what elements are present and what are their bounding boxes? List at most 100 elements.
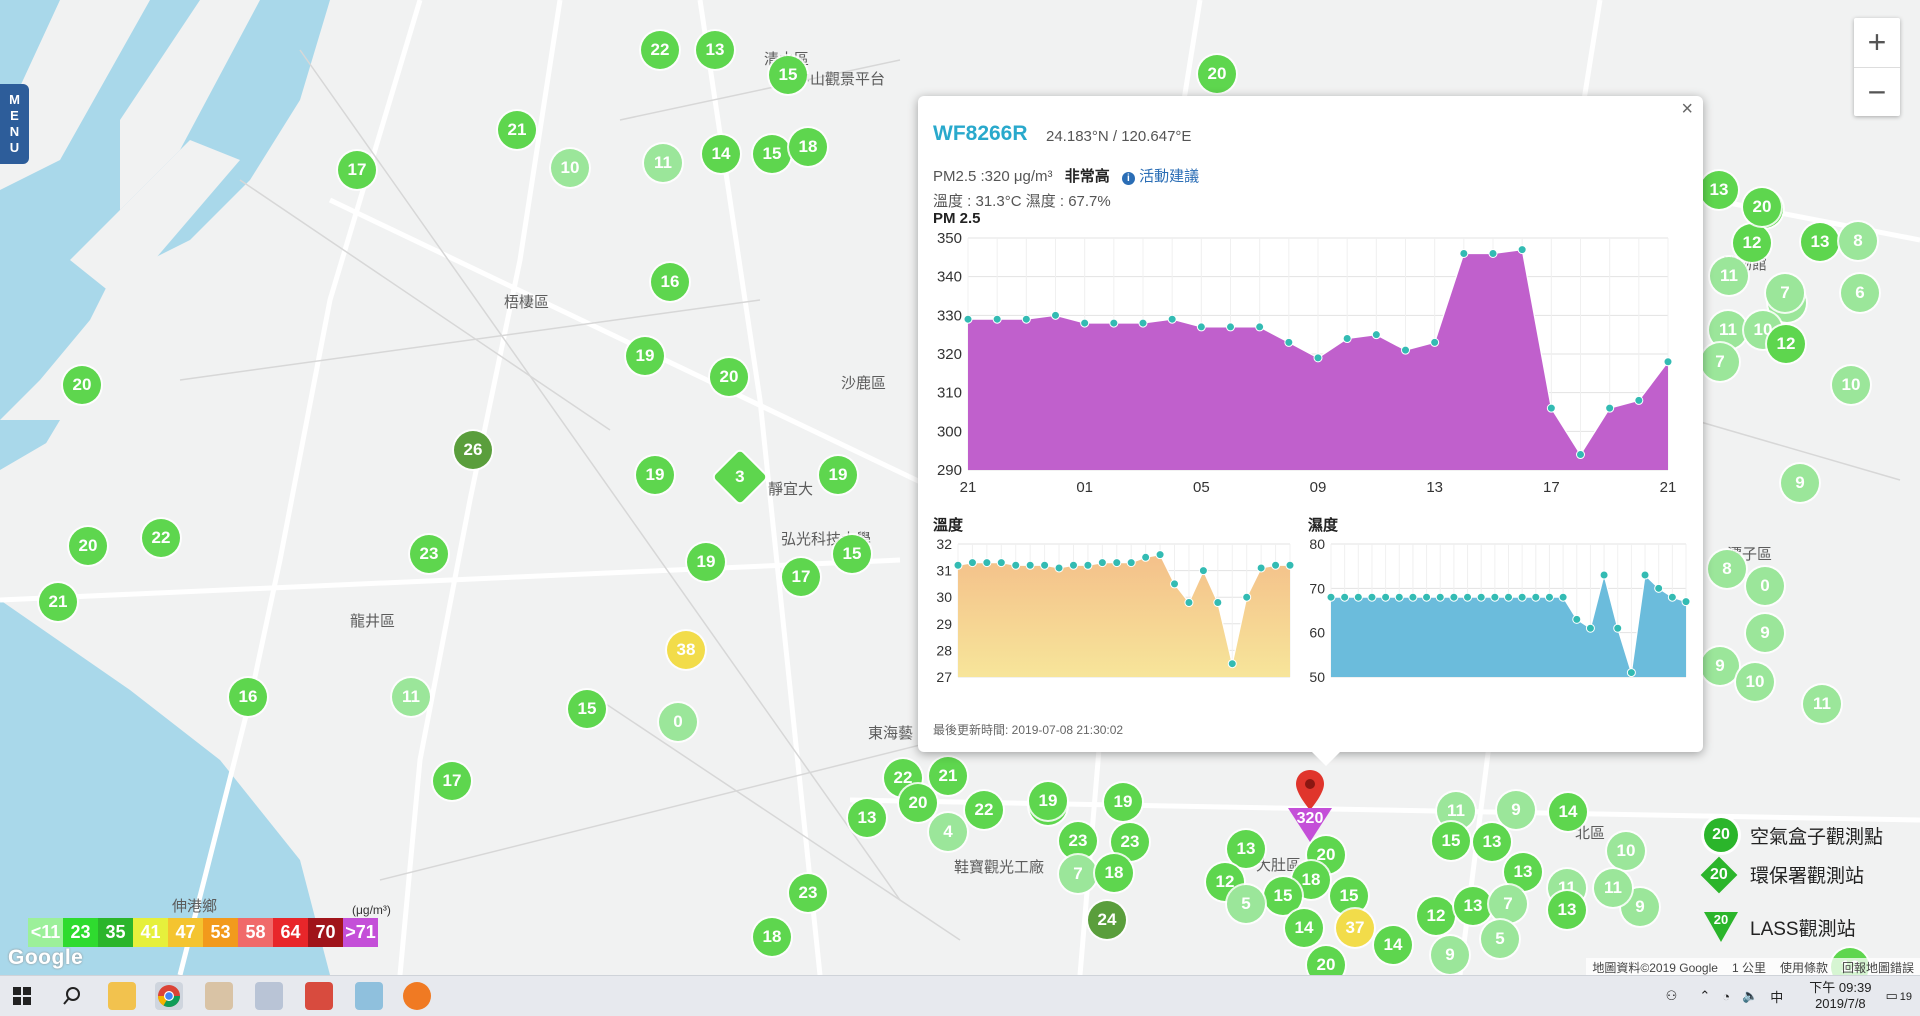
data-point[interactable] xyxy=(1342,334,1352,344)
data-point[interactable] xyxy=(1634,395,1644,405)
popup-close-button[interactable]: × xyxy=(1681,98,1693,121)
data-point[interactable] xyxy=(1408,592,1418,602)
data-point[interactable] xyxy=(1326,592,1336,602)
station-marker[interactable]: 21 xyxy=(39,583,77,621)
station-marker[interactable]: 12 xyxy=(1733,224,1771,262)
data-point[interactable] xyxy=(1138,318,1148,328)
station-marker[interactable]: 6 xyxy=(1841,274,1879,312)
station-marker[interactable]: 38 xyxy=(667,631,705,669)
data-point[interactable] xyxy=(1599,570,1609,580)
station-marker[interactable]: 10 xyxy=(1832,366,1870,404)
data-point[interactable] xyxy=(1255,322,1265,332)
zoom-in-button[interactable]: + xyxy=(1854,18,1900,67)
data-point[interactable] xyxy=(1184,598,1194,608)
station-marker[interactable]: 5 xyxy=(1227,885,1265,923)
data-point[interactable] xyxy=(1430,337,1440,347)
station-marker[interactable]: 9 xyxy=(1497,791,1535,829)
data-point[interactable] xyxy=(1517,245,1527,255)
station-marker[interactable]: 13 xyxy=(1454,887,1492,925)
data-point[interactable] xyxy=(1170,579,1180,589)
network-icon[interactable]: ◔ xyxy=(1722,989,1730,1004)
station-marker[interactable]: 7 xyxy=(1489,885,1527,923)
data-point[interactable] xyxy=(1490,592,1500,602)
station-marker[interactable]: 14 xyxy=(1285,909,1323,947)
station-marker[interactable]: 8 xyxy=(1708,550,1746,588)
data-point[interactable] xyxy=(963,314,973,324)
report-error-link[interactable]: 回報地圖錯誤 xyxy=(1842,959,1914,975)
data-point[interactable] xyxy=(1371,330,1381,340)
station-marker[interactable]: 4 xyxy=(929,813,967,851)
station-marker[interactable]: 19 xyxy=(1029,782,1067,820)
app-icon[interactable] xyxy=(305,982,333,1010)
data-point[interactable] xyxy=(1167,314,1177,324)
data-point[interactable] xyxy=(982,558,992,568)
station-marker[interactable]: 22 xyxy=(142,519,180,557)
data-point[interactable] xyxy=(1213,598,1223,608)
station-marker[interactable]: 23 xyxy=(789,874,827,912)
data-point[interactable] xyxy=(1572,614,1582,624)
station-marker[interactable]: 14 xyxy=(1549,793,1587,831)
station-marker[interactable]: 23 xyxy=(410,535,448,573)
data-point[interactable] xyxy=(1011,560,1021,570)
station-marker[interactable]: 19 xyxy=(687,543,725,581)
data-point[interactable] xyxy=(1226,322,1235,332)
station-marker[interactable]: 0 xyxy=(659,703,697,741)
data-point[interactable] xyxy=(1476,592,1486,602)
station-marker[interactable]: 17 xyxy=(782,558,820,596)
station-marker[interactable]: 19 xyxy=(626,337,664,375)
data-point[interactable] xyxy=(1271,560,1281,570)
data-point[interactable] xyxy=(1155,550,1165,560)
windows-start-icon[interactable] xyxy=(8,982,36,1010)
station-marker[interactable]: 20 xyxy=(899,784,937,822)
data-point[interactable] xyxy=(1367,592,1377,602)
data-point[interactable] xyxy=(1394,592,1404,602)
menu-button[interactable]: MENU xyxy=(0,84,29,164)
data-point[interactable] xyxy=(1585,623,1595,633)
data-point[interactable] xyxy=(996,558,1006,568)
data-point[interactable] xyxy=(1449,592,1459,602)
station-marker[interactable]: 18 xyxy=(789,128,827,166)
station-marker[interactable]: 19 xyxy=(819,456,857,494)
data-point[interactable] xyxy=(1667,592,1677,602)
data-point[interactable] xyxy=(1080,318,1090,328)
app-icon[interactable] xyxy=(205,982,233,1010)
station-marker[interactable]: 20 xyxy=(1198,55,1236,93)
people-icon[interactable]: ⚇ xyxy=(1666,988,1678,1004)
station-marker[interactable]: 13 xyxy=(1700,171,1738,209)
data-point[interactable] xyxy=(1544,592,1554,602)
data-point[interactable] xyxy=(1068,560,1078,570)
station-marker[interactable]: 37 xyxy=(1336,909,1374,947)
station-marker[interactable]: 15 xyxy=(568,690,606,728)
data-point[interactable] xyxy=(1284,337,1294,347)
station-marker[interactable]: 9 xyxy=(1701,647,1739,685)
station-marker[interactable]: 13 xyxy=(1227,830,1265,868)
station-marker[interactable]: 11 xyxy=(1803,685,1841,723)
station-marker[interactable]: 15 xyxy=(1432,822,1470,860)
station-marker[interactable]: 20 xyxy=(710,358,748,396)
data-point[interactable] xyxy=(967,558,977,568)
data-point[interactable] xyxy=(1640,570,1650,580)
station-marker[interactable]: 20 xyxy=(69,527,107,565)
data-point[interactable] xyxy=(1531,592,1541,602)
station-marker[interactable]: 13 xyxy=(696,31,734,69)
station-marker[interactable]: 15 xyxy=(833,535,871,573)
station-marker[interactable]: 5 xyxy=(1481,920,1519,958)
station-marker[interactable]: 17 xyxy=(433,762,471,800)
station-marker[interactable]: 9 xyxy=(1431,936,1469,974)
station-marker[interactable]: 19 xyxy=(1104,783,1142,821)
station-marker[interactable]: 13 xyxy=(848,799,886,837)
station-marker[interactable]: 13 xyxy=(1548,891,1586,929)
data-point[interactable] xyxy=(1196,322,1206,332)
data-point[interactable] xyxy=(1422,592,1432,602)
data-point[interactable] xyxy=(1285,560,1295,570)
data-point[interactable] xyxy=(1126,558,1136,568)
station-marker[interactable]: 10 xyxy=(1607,832,1645,870)
data-point[interactable] xyxy=(1488,248,1498,258)
station-marker[interactable]: 10 xyxy=(1736,663,1774,701)
search-icon[interactable] xyxy=(58,982,86,1010)
data-point[interactable] xyxy=(1112,558,1122,568)
app-icon[interactable] xyxy=(355,982,383,1010)
station-marker[interactable]: 14 xyxy=(1374,926,1412,964)
firefox-icon[interactable] xyxy=(403,982,431,1010)
station-marker[interactable]: 13 xyxy=(1473,823,1511,861)
